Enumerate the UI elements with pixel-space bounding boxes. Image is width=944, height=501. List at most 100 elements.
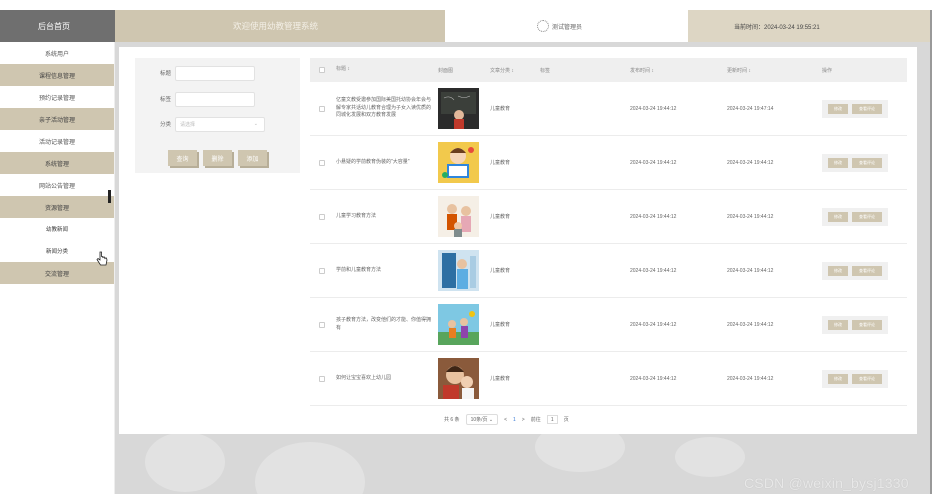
row-update-time: 2024-03-24 19:44:12 <box>727 213 774 220</box>
row-title: 亿童文教受邀参加国际美国托幼协会年会与解专家共话幼儿教育合理为子女入读优质的同城… <box>336 97 432 119</box>
edit-button[interactable]: 修改 <box>828 157 848 168</box>
col-category[interactable]: 文章分类 ↕ <box>490 67 540 74</box>
page-scrollbar[interactable] <box>930 10 932 494</box>
table-header: 标题 ↕ 封面图 文章分类 ↕ 标签 发布时间 ↕ 更新时间 ↕ 操作 <box>310 58 907 82</box>
sidebar-item[interactable]: 亲子活动管理 <box>0 108 114 130</box>
current-time: 当前时间：2024-03-24 19:55:21 <box>688 10 930 42</box>
row-update-time: 2024-03-24 19:44:12 <box>727 375 774 382</box>
edit-button[interactable]: 修改 <box>828 319 848 330</box>
search-form: 标题 标签 分类 请选择 ⌄ 查询 删除 添加 <box>135 58 300 173</box>
table-row[interactable]: 儿童学习教育方法 儿童教育 2024-03-24 19:44:12 2024-03-2… <box>310 190 907 244</box>
row-checkbox[interactable] <box>318 375 325 382</box>
row-publish-time: 2024-03-24 19:44:12 <box>630 159 677 166</box>
title-input[interactable] <box>175 65 255 81</box>
view-comments-button[interactable]: 查看评论 <box>852 373 882 384</box>
sidebar-item[interactable]: 资源管理 <box>0 196 114 218</box>
category-placeholder: 请选择 <box>180 121 196 128</box>
row-update-time: 2024-03-24 19:44:12 <box>727 159 774 166</box>
row-publish-time: 2024-03-24 19:44:12 <box>630 267 677 274</box>
edit-button[interactable]: 修改 <box>828 373 848 384</box>
tag-input[interactable] <box>175 91 255 107</box>
cover-image <box>438 196 479 237</box>
row-title: 儿童学习教育方法 <box>336 212 377 219</box>
category-label: 分类 <box>159 122 171 128</box>
col-update-time[interactable]: 更新时间 ↕ <box>727 67 822 74</box>
row-actions: 修改 查看评论 <box>822 207 888 226</box>
sidebar-item[interactable]: 预约记录管理 <box>0 86 114 108</box>
table-row[interactable]: 如何让宝宝喜欢上幼儿园 儿童教育 2024-03-24 19:44:12 2024-0… <box>310 352 907 406</box>
table-row[interactable]: 孩子教育方法，改变他们的才能、你值得拥有 儿童教育 2024-03-24 19:44… <box>310 298 907 352</box>
query-button[interactable]: 查询 <box>168 150 197 166</box>
cover-image <box>438 358 479 399</box>
news-table: 标题 ↕ 封面图 文章分类 ↕ 标签 发布时间 ↕ 更新时间 ↕ 操作 亿童文教… <box>310 58 907 406</box>
next-page-button[interactable]: > <box>522 417 525 423</box>
hand-cursor-icon <box>96 251 108 266</box>
row-category: 儿童教育 <box>490 160 511 166</box>
row-checkbox[interactable] <box>318 105 325 112</box>
page-number[interactable]: 1 <box>513 417 516 423</box>
top-header: 后台首页 欢迎使用幼教管理系统 测试管理员 当前时间：2024-03-24 19… <box>0 10 930 42</box>
row-publish-time: 2024-03-24 19:44:12 <box>630 321 677 328</box>
cover-image <box>438 250 479 291</box>
table-row[interactable]: 小悬疑的学前教育伪装的"大容量" 儿童教育 2024-03-24 19:44:12 2… <box>310 136 907 190</box>
view-comments-button[interactable]: 查看评论 <box>852 265 882 276</box>
col-publish-time[interactable]: 发布时间 ↕ <box>630 67 727 74</box>
active-indicator <box>108 190 111 203</box>
table-body: 亿童文教受邀参加国际美国托幼协会年会与解专家共话幼儿教育合理为子女入读优质的同城… <box>310 82 907 406</box>
sidebar-item[interactable]: 系统用户 <box>0 42 114 64</box>
cover-image <box>438 88 479 129</box>
row-checkbox[interactable] <box>318 321 325 328</box>
title-label: 标题 <box>159 71 171 77</box>
row-checkbox[interactable] <box>318 159 325 166</box>
view-comments-button[interactable]: 查看评论 <box>852 103 882 114</box>
row-actions: 修改 查看评论 <box>822 369 888 388</box>
row-actions: 修改 查看评论 <box>822 315 888 334</box>
sidebar-item[interactable]: 系统管理 <box>0 152 114 174</box>
row-checkbox[interactable] <box>318 213 325 220</box>
edit-button[interactable]: 修改 <box>828 211 848 222</box>
sidebar-item[interactable]: 网站公告管理 <box>0 174 114 196</box>
goto-input[interactable]: 1 <box>546 415 558 424</box>
row-checkbox[interactable] <box>318 267 325 274</box>
sidebar-item[interactable]: 活动记录管理 <box>0 130 114 152</box>
prev-page-button[interactable]: < <box>504 417 507 423</box>
view-comments-button[interactable]: 查看评论 <box>852 157 882 168</box>
page-unit-label: 页 <box>563 417 569 423</box>
home-link[interactable]: 后台首页 <box>0 10 115 42</box>
edit-button[interactable]: 修改 <box>828 265 848 276</box>
row-category: 儿童教育 <box>490 376 511 382</box>
table-row[interactable]: 亿童文教受邀参加国际美国托幼协会年会与解专家共话幼儿教育合理为子女入读优质的同城… <box>310 82 907 136</box>
delete-button[interactable]: 删除 <box>203 150 232 166</box>
row-category: 儿童教育 <box>490 214 511 220</box>
page-size-select[interactable]: 10条/页 ⌄ <box>465 414 499 425</box>
view-comments-button[interactable]: 查看评论 <box>852 319 882 330</box>
row-actions: 修改 查看评论 <box>822 99 888 118</box>
chevron-down-icon: ⌄ <box>253 121 258 127</box>
user-info[interactable]: 测试管理员 <box>445 10 688 42</box>
category-select[interactable]: 请选择 ⌄ <box>175 116 265 132</box>
table-row[interactable]: 学前和儿童教育方法 儿童教育 2024-03-24 19:44:12 2024-03-… <box>310 244 907 298</box>
row-update-time: 2024-03-24 19:47:14 <box>727 105 774 112</box>
goto-label: 前往 <box>530 417 541 423</box>
edit-button[interactable]: 修改 <box>828 103 848 114</box>
total-count: 共 6 条 <box>444 417 460 423</box>
cover-image <box>438 142 479 183</box>
row-title: 如何让宝宝喜欢上幼儿园 <box>336 374 392 381</box>
sidebar-item[interactable]: 幼教新闻 <box>0 218 114 240</box>
select-all-checkbox[interactable] <box>318 67 325 73</box>
pagination: 共 6 条 10条/页 ⌄ < 1 > 前往 1 页 <box>444 414 569 425</box>
col-actions: 操作 <box>822 67 833 74</box>
sidebar-item[interactable]: 课程信息管理 <box>0 64 114 86</box>
system-title: 欢迎使用幼教管理系统 <box>115 10 445 42</box>
row-publish-time: 2024-03-24 19:44:12 <box>630 213 677 220</box>
col-cover: 封面图 <box>438 67 454 74</box>
row-update-time: 2024-03-24 19:44:12 <box>727 321 774 328</box>
row-category: 儿童教育 <box>490 268 511 274</box>
col-title[interactable]: 标题 ↕ <box>333 66 438 74</box>
row-actions: 修改 查看评论 <box>822 153 888 172</box>
view-comments-button[interactable]: 查看评论 <box>852 211 882 222</box>
row-category: 儿童教育 <box>490 106 511 112</box>
row-actions: 修改 查看评论 <box>822 261 888 280</box>
row-publish-time: 2024-03-24 19:44:12 <box>630 375 677 382</box>
add-button[interactable]: 添加 <box>238 150 267 166</box>
